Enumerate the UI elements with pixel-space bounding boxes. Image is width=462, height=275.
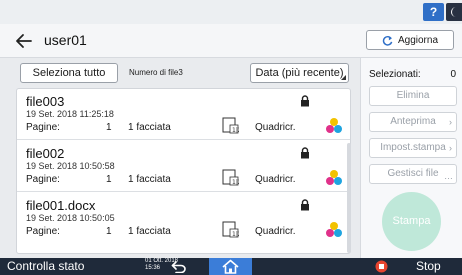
help-button[interactable]: ? xyxy=(423,3,444,21)
file-count-label: Numero di file3 xyxy=(129,68,183,77)
moon-icon xyxy=(451,7,456,17)
file-date: 19 Set. 2018 10:50:05 xyxy=(26,213,115,223)
svg-text:1|2: 1|2 xyxy=(232,179,239,186)
sided-value: 1 facciata xyxy=(128,174,171,185)
color-dots-icon xyxy=(326,170,342,185)
lock-icon xyxy=(301,199,309,211)
manage-files-button[interactable]: Gestisci file … xyxy=(369,164,457,184)
color-mode-value: Quadricr. xyxy=(255,174,296,185)
home-icon xyxy=(222,259,239,274)
color-mode-value: Quadricr. xyxy=(255,226,296,237)
preview-button[interactable]: Anteprima › xyxy=(369,112,457,132)
selected-count: 0 xyxy=(450,69,456,80)
color-mode-value: Quadricr. xyxy=(255,122,296,133)
pages-value: 1 xyxy=(106,174,112,185)
more-icon: … xyxy=(444,171,453,181)
single-sided-icon: 1|2 xyxy=(222,221,239,238)
file-row[interactable]: file002 19 Set. 2018 10:50:58 Pagine: 1 … xyxy=(17,141,350,192)
file-date: 19 Set. 2018 11:25:18 xyxy=(26,109,114,119)
file-name: file001.docx xyxy=(26,198,96,213)
pages-label: Pagine: xyxy=(26,122,60,133)
pages-label: Pagine: xyxy=(26,226,60,237)
print-settings-label: Impost.stampa xyxy=(380,142,446,153)
file-row[interactable]: file001.docx 19 Set. 2018 10:50:05 Pagin… xyxy=(17,193,350,244)
sort-dropdown[interactable]: Data (più recente) xyxy=(250,63,349,83)
single-sided-icon: 1|2 xyxy=(222,117,239,134)
file-name: file002 xyxy=(26,146,65,161)
back-button[interactable] xyxy=(14,31,34,51)
file-row[interactable]: file003 19 Set. 2018 11:25:18 Pagine: 1 … xyxy=(17,89,350,140)
lock-icon xyxy=(301,147,309,159)
single-sided-icon: 1|2 xyxy=(222,169,239,186)
refresh-button[interactable]: Aggiorna xyxy=(366,30,454,50)
page-title: user01 xyxy=(44,32,87,48)
file-list: file003 19 Set. 2018 11:25:18 Pagine: 1 … xyxy=(16,88,351,254)
list-toolbar: Seleziona tutto Numero di file3 Data (pi… xyxy=(8,58,351,86)
pages-label: Pagine: xyxy=(26,174,60,185)
refresh-label: Aggiorna xyxy=(397,34,439,46)
pages-value: 1 xyxy=(106,226,112,237)
color-dots-icon xyxy=(326,118,342,133)
system-strip: ? xyxy=(0,0,462,24)
sided-value: 1 facciata xyxy=(128,226,171,237)
manage-files-label: Gestisci file xyxy=(387,168,439,179)
sided-value: 1 facciata xyxy=(128,122,171,133)
file-name: file003 xyxy=(26,94,65,109)
print-settings-button[interactable]: Impost.stampa › xyxy=(369,138,457,158)
selected-label: Selezionati: xyxy=(369,69,421,80)
list-scrollbar[interactable] xyxy=(347,143,351,253)
night-mode-button[interactable] xyxy=(446,3,462,21)
chevron-right-icon: › xyxy=(449,143,452,153)
header-bar: user01 Aggiorna xyxy=(0,24,462,58)
stop-icon[interactable] xyxy=(375,260,388,273)
stop-button[interactable]: Stop xyxy=(416,259,441,273)
select-all-button[interactable]: Seleziona tutto xyxy=(20,63,118,83)
delete-button[interactable]: Elimina xyxy=(369,86,457,106)
home-button[interactable] xyxy=(209,258,252,275)
lock-icon xyxy=(301,95,309,107)
print-button[interactable]: Stampa xyxy=(382,192,441,251)
status-check-button[interactable]: Controlla stato xyxy=(7,259,84,273)
file-date: 19 Set. 2018 10:50:58 xyxy=(26,161,115,171)
bottom-bar: Controlla stato 01 Ott. 2018 15:36 Stop xyxy=(0,258,462,275)
pages-value: 1 xyxy=(106,122,112,133)
arrow-left-icon xyxy=(16,34,32,48)
return-arrow-icon[interactable] xyxy=(171,260,187,273)
file-list-area: Seleziona tutto Numero di file3 Data (pi… xyxy=(8,58,351,258)
svg-text:1|2: 1|2 xyxy=(232,231,239,238)
chevron-right-icon: › xyxy=(449,117,452,127)
svg-text:1|2: 1|2 xyxy=(232,127,239,134)
delete-label: Elimina xyxy=(396,90,430,101)
action-panel: Selezionati: 0 Elimina Anteprima › Impos… xyxy=(360,58,462,258)
preview-label: Anteprima xyxy=(390,116,436,127)
refresh-icon xyxy=(382,35,393,46)
sort-label: Data (più recente) xyxy=(255,67,344,79)
color-dots-icon xyxy=(326,222,342,237)
